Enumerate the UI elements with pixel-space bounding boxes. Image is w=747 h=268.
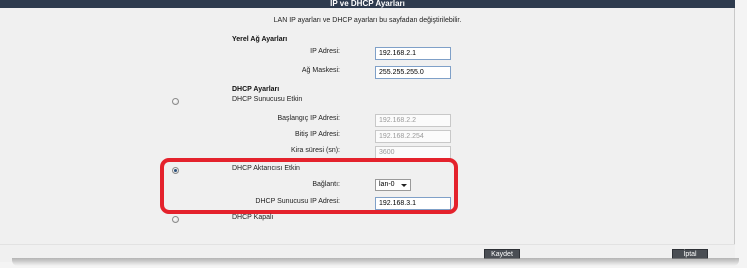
dhcp-off-label: DHCP Kapalı (232, 214, 274, 221)
dhcp-section-heading: DHCP Ayarları (232, 86, 280, 93)
panel-shadow (12, 258, 739, 266)
window-frame: IP ve DHCP Ayarları LAN IP ayarları ve D… (0, 0, 747, 268)
ip-address-input[interactable] (375, 47, 451, 60)
settings-panel: IP ve DHCP Ayarları LAN IP ayarları ve D… (0, 0, 735, 262)
dhcp-server-label: DHCP Sunucusu Etkin (232, 96, 303, 103)
start-ip-input[interactable] (375, 114, 451, 127)
end-ip-input[interactable] (375, 130, 451, 143)
lease-time-label: Kira süresi (sn): (290, 147, 340, 154)
start-ip-label: Başlangıç IP Adresi: (277, 115, 340, 122)
dhcp-server-radio[interactable] (172, 98, 179, 105)
subnet-mask-input[interactable] (375, 66, 451, 79)
end-ip-label: Bitiş IP Adresi: (294, 131, 340, 138)
highlight-annotation (160, 158, 458, 214)
page-description: LAN IP ayarları ve DHCP ayarları bu sayf… (273, 17, 462, 24)
ip-address-label: IP Adresi: (310, 48, 340, 55)
dhcp-off-radio[interactable] (172, 216, 179, 223)
page-title: IP ve DHCP Ayarları (0, 0, 735, 8)
subnet-mask-label: Ağ Maskesi: (301, 67, 340, 74)
lan-section-heading: Yerel Ağ Ayarları (232, 36, 288, 43)
